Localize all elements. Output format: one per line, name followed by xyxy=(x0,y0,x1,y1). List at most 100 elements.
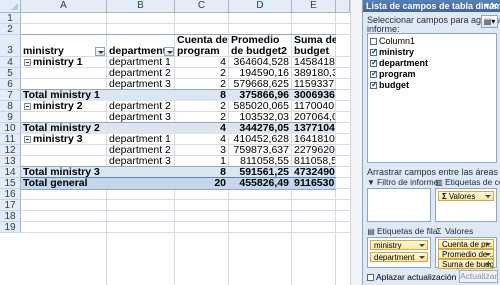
department-header[interactable]: department xyxy=(109,46,167,57)
subtotal-sum[interactable]: 1377104 xyxy=(294,123,335,134)
column-header[interactable]: E xyxy=(292,0,336,13)
defer-update-checkbox[interactable]: Aplazar actualización d... xyxy=(367,272,471,282)
sum-value[interactable]: 1641810,5 xyxy=(294,134,335,145)
row-header[interactable]: 9 xyxy=(0,112,21,123)
collapse-icon[interactable] xyxy=(24,59,31,66)
subtotal-sum[interactable]: 3006936 xyxy=(294,90,335,101)
sum-value[interactable]: 389180,32 xyxy=(294,68,335,79)
value-field-average-pill[interactable]: Promedio de ... xyxy=(438,249,494,259)
row-header[interactable]: 2 xyxy=(0,24,21,35)
row-field-department-pill[interactable]: department xyxy=(370,252,428,262)
field-item[interactable]: ministry xyxy=(370,47,414,57)
count-value[interactable]: 4 xyxy=(177,57,228,68)
count-value[interactable]: 2 xyxy=(177,68,228,79)
collapse-icon[interactable] xyxy=(24,103,31,110)
subtotal-label[interactable]: Total ministry 1 xyxy=(23,90,163,101)
subtotal-label[interactable]: Total ministry 2 xyxy=(23,123,163,134)
chevron-down-icon[interactable]: ▾ xyxy=(485,0,489,12)
report-filter-zone[interactable] xyxy=(367,188,431,222)
subtotal-count[interactable]: 8 xyxy=(177,90,228,101)
count-header-line2[interactable]: program xyxy=(177,46,229,57)
grand-total-sum[interactable]: 9116530 xyxy=(294,178,335,189)
department-label[interactable]: department 2 xyxy=(109,68,174,79)
value-field-sum-pill[interactable]: Suma de budget xyxy=(438,259,494,269)
checkbox-icon[interactable] xyxy=(370,80,378,90)
average-value[interactable]: 364604,528 xyxy=(231,57,291,68)
vertical-scrollbar[interactable] xyxy=(350,0,362,285)
subtotal-average[interactable]: 344276,05 xyxy=(231,123,291,134)
row-header[interactable]: 15 xyxy=(0,178,21,189)
column-header[interactable]: A xyxy=(21,0,107,13)
layout-options-button[interactable]: ▤▾ xyxy=(481,15,498,28)
values-zone[interactable]: Cuenta de pr... Promedio de ... Suma de … xyxy=(435,237,497,269)
field-item[interactable]: budget xyxy=(370,80,409,90)
column-field-values-pill[interactable]: Σ Valores xyxy=(438,191,494,201)
average-value[interactable]: 585020,065 xyxy=(231,101,291,112)
checkbox-icon[interactable] xyxy=(370,47,378,57)
select-all-corner[interactable] xyxy=(0,0,21,13)
department-label[interactable]: department 2 xyxy=(109,101,174,112)
row-header[interactable]: 1 xyxy=(0,13,21,24)
count-value[interactable]: 4 xyxy=(177,134,228,145)
sum-value[interactable]: 1170040,1 xyxy=(294,101,335,112)
ministry-label[interactable]: ministry 2 xyxy=(33,101,105,112)
count-header-line1[interactable]: Cuenta de xyxy=(177,35,229,46)
ministry-label[interactable]: ministry 3 xyxy=(33,134,105,145)
department-label[interactable]: department 2 xyxy=(109,145,174,156)
sum-header-line1[interactable]: Suma de xyxy=(294,35,336,46)
value-field-count-pill[interactable]: Cuenta de pr... xyxy=(438,239,494,249)
column-labels-zone[interactable]: Σ Valores xyxy=(435,188,497,222)
avg-header-line1[interactable]: Promedio xyxy=(231,35,292,46)
subtotal-count[interactable]: 4 xyxy=(177,123,228,134)
ministry-header[interactable]: ministry xyxy=(23,46,93,57)
field-item[interactable]: department xyxy=(370,58,428,68)
row-header[interactable]: 17 xyxy=(0,200,21,211)
row-header[interactable]: 5 xyxy=(0,68,21,79)
checkbox-icon[interactable] xyxy=(367,274,374,281)
department-filter-dropdown[interactable] xyxy=(164,47,174,56)
average-value[interactable]: 194590,16 xyxy=(231,68,291,79)
subtotal-average[interactable]: 375866,96 xyxy=(231,90,291,101)
row-header[interactable]: 10 xyxy=(0,123,21,134)
field-item[interactable]: program xyxy=(370,69,416,79)
average-value[interactable]: 410452,628 xyxy=(231,134,291,145)
row-header[interactable]: 7 xyxy=(0,90,21,101)
update-button[interactable]: Actualizar xyxy=(459,270,498,283)
row-field-ministry-pill[interactable]: ministry xyxy=(370,240,428,250)
count-value[interactable]: 2 xyxy=(177,101,228,112)
row-header[interactable]: 19 xyxy=(0,222,21,233)
checkbox-icon[interactable] xyxy=(370,58,378,68)
column-header[interactable]: D xyxy=(229,0,292,13)
spreadsheet[interactable]: ABCDE 1 2 3 4 5 6 7 8 9 10 11 12 13 14 15 16 17 18 19 mini… xyxy=(0,0,362,285)
ministry-filter-dropdown[interactable] xyxy=(95,47,105,56)
department-label[interactable]: department 1 xyxy=(109,57,174,68)
collapse-icon[interactable] xyxy=(24,136,31,143)
sum-value[interactable]: 2279620,9 xyxy=(294,145,335,156)
average-value[interactable]: 759873,637 xyxy=(231,145,291,156)
sum-value[interactable]: 1458418,1 xyxy=(294,57,335,68)
grand-total-average[interactable]: 455826,49 xyxy=(231,178,291,189)
column-header[interactable]: B xyxy=(107,0,175,13)
row-header[interactable]: 3 xyxy=(0,35,21,57)
field-item[interactable]: Column1 xyxy=(370,36,415,46)
sum-header-line2[interactable]: budget xyxy=(294,46,336,57)
close-icon[interactable]: ✕ xyxy=(490,0,498,12)
row-header[interactable]: 11 xyxy=(0,134,21,145)
row-header[interactable]: 8 xyxy=(0,101,21,112)
row-labels-zone[interactable]: ministry department xyxy=(367,237,431,268)
checkbox-icon[interactable] xyxy=(370,69,378,79)
row-header[interactable]: 18 xyxy=(0,211,21,222)
row-header[interactable]: 13 xyxy=(0,156,21,167)
row-header[interactable]: 6 xyxy=(0,79,21,90)
grand-total-count[interactable]: 20 xyxy=(177,178,228,189)
row-header[interactable]: 14 xyxy=(0,167,21,178)
row-header[interactable]: 16 xyxy=(0,189,21,200)
department-label[interactable]: department 1 xyxy=(109,134,174,145)
column-header[interactable]: C xyxy=(175,0,229,13)
checkbox-icon[interactable] xyxy=(370,38,377,45)
row-header[interactable]: 12 xyxy=(0,145,21,156)
count-value[interactable]: 3 xyxy=(177,145,228,156)
grand-total-label[interactable]: Total general xyxy=(23,178,163,189)
avg-header-line2[interactable]: de budget2 xyxy=(231,46,292,57)
row-header[interactable]: 4 xyxy=(0,57,21,68)
